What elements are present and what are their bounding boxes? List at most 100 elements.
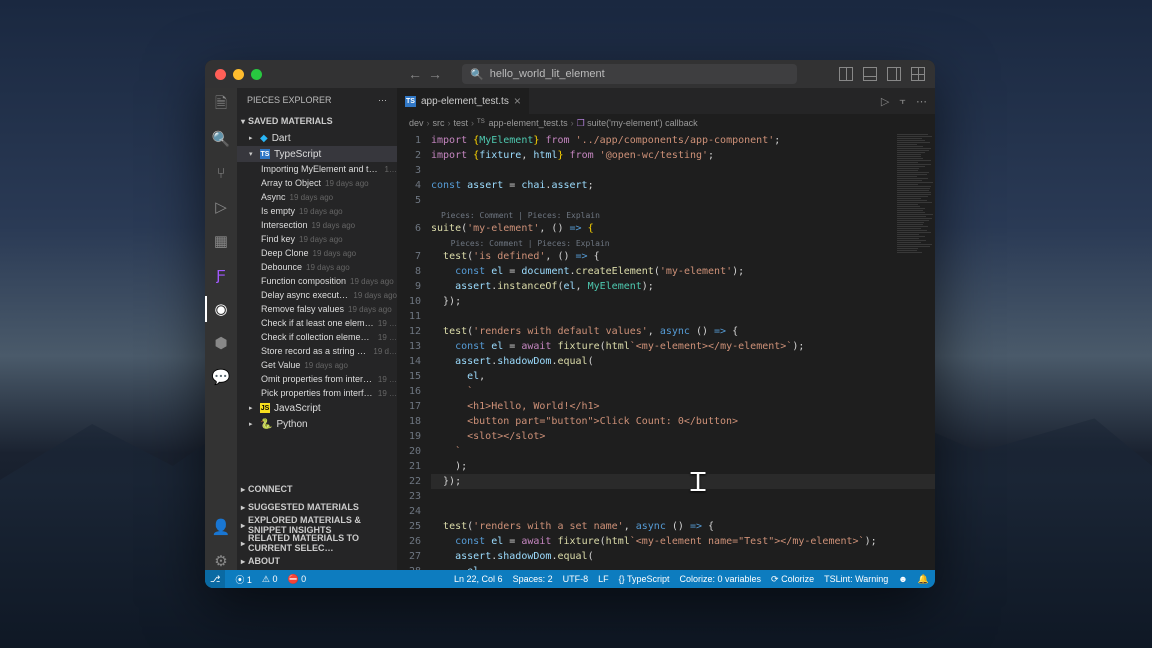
minimize-window-button[interactable]: [233, 69, 244, 80]
status-bell-icon[interactable]: 🔔: [918, 574, 929, 585]
snippet-item[interactable]: Check if at least one element19 …: [237, 316, 397, 330]
code-content[interactable]: import {MyElement} from '../app/componen…: [431, 132, 935, 570]
scm-icon[interactable]: ⑂: [212, 164, 230, 182]
toggle-panel-icon[interactable]: [863, 67, 877, 81]
code-line[interactable]: [431, 309, 935, 324]
code-line[interactable]: );: [431, 459, 935, 474]
status-colorize[interactable]: ⟳ Colorize: [771, 574, 814, 585]
split-editor-icon[interactable]: ⫟: [899, 95, 906, 108]
code-line[interactable]: <slot></slot>: [431, 429, 935, 444]
sidebar-section-about[interactable]: ▸ABOUT: [237, 552, 397, 570]
status-encoding[interactable]: UTF-8: [563, 574, 589, 584]
code-line[interactable]: assert.instanceOf(el, MyElement);: [431, 279, 935, 294]
code-line[interactable]: [431, 504, 935, 519]
breadcrumb[interactable]: dev › src › test › TS app-element_test.t…: [397, 114, 935, 132]
sidebar-section-explored-materials-snippet-insights[interactable]: ▸EXPLORED MATERIALS & SNIPPET INSIGHTS: [237, 516, 397, 534]
snippet-item[interactable]: Debounce19 days ago: [237, 260, 397, 274]
sidebar-more-icon[interactable]: ⋯: [378, 95, 387, 106]
code-line[interactable]: test('renders with a set name', async ()…: [431, 519, 935, 534]
code-line[interactable]: `: [431, 384, 935, 399]
code-line[interactable]: [431, 489, 935, 504]
customize-layout-icon[interactable]: [911, 67, 925, 81]
code-line[interactable]: });: [431, 474, 935, 489]
pieces-icon[interactable]: ◉: [212, 300, 230, 318]
sidebar-lang-typescript[interactable]: ▾TSTypeScript: [237, 146, 397, 162]
status-errors[interactable]: ⚠ 0: [262, 574, 278, 585]
minimap[interactable]: [897, 134, 933, 294]
snippet-item[interactable]: Importing MyElement and testin1…: [237, 162, 397, 176]
code-line[interactable]: el,: [431, 564, 935, 570]
more-actions-icon[interactable]: ⋯: [916, 95, 927, 108]
code-line[interactable]: suite('my-element', () => {: [431, 221, 935, 236]
snippet-item[interactable]: Delay async executions19 days ago: [237, 288, 397, 302]
breadcrumb-segment[interactable]: src: [433, 118, 445, 128]
nav-forward-icon[interactable]: →: [428, 66, 442, 82]
snippet-item[interactable]: Deep Clone19 days ago: [237, 246, 397, 260]
snippet-item[interactable]: Find key19 days ago: [237, 232, 397, 246]
breadcrumb-segment[interactable]: test: [454, 118, 469, 128]
settings-icon[interactable]: ⚙: [212, 552, 230, 570]
remote-indicator[interactable]: ⎇: [205, 570, 225, 588]
snippet-item[interactable]: Remove falsy values19 days ago: [237, 302, 397, 316]
status-warnings[interactable]: ⛔ 0: [287, 574, 306, 585]
code-line[interactable]: const el = await fixture(html`<my-elemen…: [431, 339, 935, 354]
code-line[interactable]: });: [431, 294, 935, 309]
code-line[interactable]: `: [431, 444, 935, 459]
code-line[interactable]: test('renders with default values', asyn…: [431, 324, 935, 339]
sidebar-section-connect[interactable]: ▸CONNECT: [237, 480, 397, 498]
code-line[interactable]: const assert = chai.assert;: [431, 178, 935, 193]
explorer-icon[interactable]: 🗎: [212, 96, 230, 114]
status-tslint[interactable]: TSLint: Warning: [824, 574, 888, 584]
debug-icon[interactable]: ▷: [212, 198, 230, 216]
sidebar-lang-python[interactable]: ▸🐍Python: [237, 416, 397, 432]
code-line[interactable]: [431, 193, 935, 208]
figma-alt-icon[interactable]: ⬢: [212, 334, 230, 352]
status-language[interactable]: {} TypeScript: [619, 574, 670, 584]
code-line[interactable]: el,: [431, 369, 935, 384]
breadcrumb-segment[interactable]: ❐ suite('my-element') callback: [577, 118, 698, 129]
snippet-item[interactable]: Intersection19 days ago: [237, 218, 397, 232]
chat-icon[interactable]: 💬: [212, 368, 230, 386]
snippet-item[interactable]: Get Value19 days ago: [237, 358, 397, 372]
code-line[interactable]: const el = await fixture(html`<my-elemen…: [431, 534, 935, 549]
saved-materials-header[interactable]: ▾ SAVED MATERIALS: [237, 112, 397, 130]
accounts-icon[interactable]: 👤: [212, 518, 230, 536]
status-profile[interactable]: ⦿ 1: [235, 573, 252, 586]
status-feedback-icon[interactable]: ☻: [898, 574, 907, 584]
nav-back-icon[interactable]: ←: [408, 66, 422, 82]
code-line[interactable]: [431, 163, 935, 178]
snippet-item[interactable]: Array to Object19 days ago: [237, 176, 397, 190]
toggle-primary-sidebar-icon[interactable]: [839, 67, 853, 81]
sidebar-lang-dart[interactable]: ▸◆Dart: [237, 130, 397, 146]
code-line[interactable]: import {fixture, html} from '@open-wc/te…: [431, 148, 935, 163]
snippet-item[interactable]: Omit properties from interface19 …: [237, 372, 397, 386]
snippet-item[interactable]: Function composition19 days ago: [237, 274, 397, 288]
code-lens[interactable]: Pieces: Comment | Pieces: Explain: [431, 208, 935, 221]
code-line[interactable]: test('is defined', () => {: [431, 249, 935, 264]
snippet-item[interactable]: Store record as a string with19 d…: [237, 344, 397, 358]
toggle-secondary-sidebar-icon[interactable]: [887, 67, 901, 81]
code-line[interactable]: assert.shadowDom.equal(: [431, 549, 935, 564]
run-icon[interactable]: ▷: [881, 95, 889, 108]
zoom-window-button[interactable]: [251, 69, 262, 80]
code-line[interactable]: <h1>Hello, World!</h1>: [431, 399, 935, 414]
sidebar-section-suggested-materials[interactable]: ▸SUGGESTED MATERIALS: [237, 498, 397, 516]
code-line[interactable]: const el = document.createElement('my-el…: [431, 264, 935, 279]
status-eol[interactable]: LF: [598, 574, 609, 584]
snippet-item[interactable]: Is empty19 days ago: [237, 204, 397, 218]
close-tab-icon[interactable]: ×: [514, 94, 521, 108]
code-line[interactable]: assert.shadowDom.equal(: [431, 354, 935, 369]
figma-icon[interactable]: Ƒ: [212, 266, 230, 284]
tab-app-element-test[interactable]: TS app-element_test.ts ×: [397, 88, 530, 114]
snippet-item[interactable]: Pick properties from interface19 …: [237, 386, 397, 400]
sidebar-lang-javascript[interactable]: ▸JSJavaScript: [237, 400, 397, 416]
close-window-button[interactable]: [215, 69, 226, 80]
search-icon[interactable]: 🔍: [212, 130, 230, 148]
code-line[interactable]: import {MyElement} from '../app/componen…: [431, 133, 935, 148]
command-center[interactable]: 🔍 hello_world_lit_element: [462, 64, 797, 84]
status-cursor[interactable]: Ln 22, Col 6: [454, 574, 503, 584]
status-spaces[interactable]: Spaces: 2: [513, 574, 553, 584]
extensions-icon[interactable]: ▦: [212, 232, 230, 250]
code-line[interactable]: <button part="button">Click Count: 0</bu…: [431, 414, 935, 429]
code-lens[interactable]: Pieces: Comment | Pieces: Explain: [431, 236, 935, 249]
